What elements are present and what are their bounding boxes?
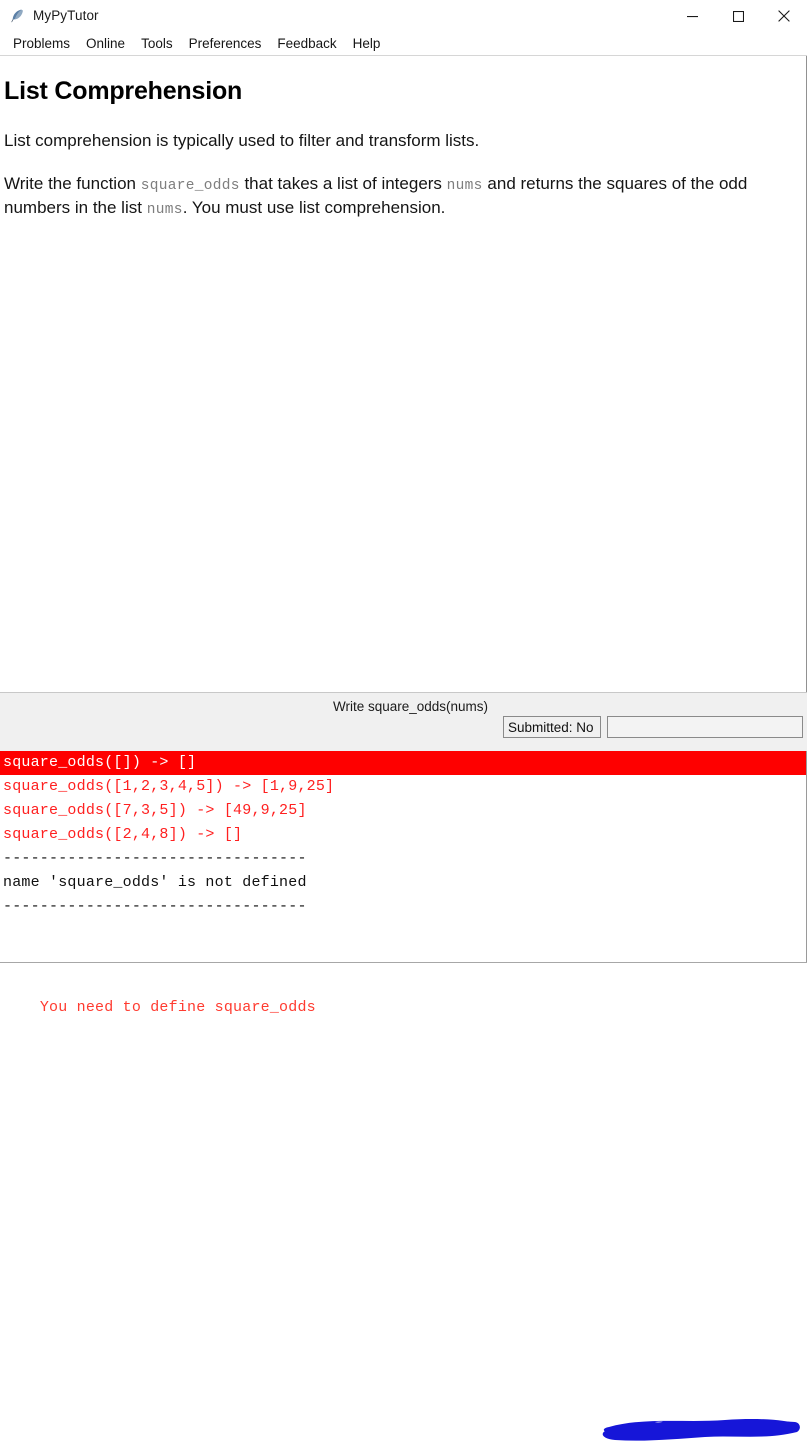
test-result-row[interactable]: square_odds([7,3,5]) -> [49,9,25]: [0, 799, 806, 823]
menu-item-tools[interactable]: Tools: [133, 34, 181, 54]
window-controls: [669, 0, 807, 32]
test-results-pane[interactable]: square_odds([]) -> [] square_odds([1,2,3…: [0, 751, 807, 962]
problem-description-pane: List Comprehension List comprehension is…: [0, 56, 807, 692]
task-text-part2: that takes a list of integers: [239, 174, 447, 194]
mypytutor-window: MyPyTutor Problems Online Tools Preferen…: [0, 0, 807, 1441]
redaction-scribble: [602, 1418, 800, 1441]
menu-bar: Problems Online Tools Preferences Feedba…: [0, 32, 807, 56]
feather-quill-icon: [9, 8, 25, 24]
footer-message-pane: You need to define square_odds: [0, 963, 807, 1041]
maximize-button[interactable]: [715, 0, 761, 32]
problem-task-text: Write the function square_odds that take…: [4, 173, 784, 221]
test-result-row[interactable]: square_odds([1,2,3,4,5]) -> [1,9,25]: [0, 775, 806, 799]
code-span-nums-2: nums: [146, 202, 183, 219]
menu-item-online[interactable]: Online: [78, 34, 133, 54]
editor-strip-title: Write square_odds(nums): [332, 699, 489, 714]
task-text-part4: . You must use list comprehension.: [182, 198, 446, 218]
menu-item-help[interactable]: Help: [345, 34, 389, 54]
menu-item-feedback[interactable]: Feedback: [269, 34, 344, 54]
minimize-icon: [686, 15, 698, 17]
test-result-row[interactable]: square_odds([]) -> []: [0, 751, 806, 775]
code-span-nums-1: nums: [446, 178, 483, 195]
menu-item-preferences[interactable]: Preferences: [181, 34, 270, 54]
footer-message: You need to define square_odds: [39, 999, 316, 1016]
title-bar-left: MyPyTutor: [0, 8, 99, 24]
status-badge: Submitted: No: [503, 716, 601, 738]
result-separator-line: ---------------------------------: [3, 898, 307, 915]
result-separator-line: ---------------------------------: [3, 850, 307, 867]
task-text-part1: Write the function: [4, 174, 141, 194]
maximize-icon: [732, 10, 744, 22]
error-message-line: name 'square_odds' is not defined: [3, 874, 307, 891]
problem-intro-text: List comprehension is typically used to …: [4, 131, 480, 151]
progress-bar: [606, 716, 803, 738]
title-bar: MyPyTutor: [0, 0, 807, 32]
minimize-button[interactable]: [669, 0, 715, 32]
window-title: MyPyTutor: [33, 8, 99, 24]
submission-status-row: Submitted: No: [503, 716, 803, 738]
menu-item-problems[interactable]: Problems: [5, 34, 78, 54]
problem-description-content: List Comprehension List comprehension is…: [0, 56, 806, 221]
close-icon: [778, 10, 790, 22]
editor-toolbar-strip: Write square_odds(nums) Submitted: No: [0, 692, 807, 1441]
page-title: List Comprehension: [4, 77, 243, 105]
close-button[interactable]: [761, 0, 807, 32]
test-result-row[interactable]: square_odds([2,4,8]) -> []: [0, 823, 806, 847]
code-span-square-odds: square_odds: [140, 178, 240, 195]
